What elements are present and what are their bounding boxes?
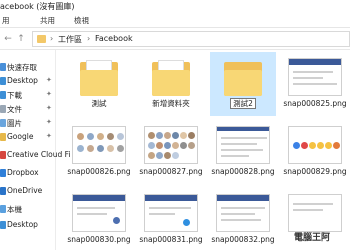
folder-icon	[80, 60, 118, 96]
breadcrumb-separator-icon: ›	[50, 34, 54, 43]
sidebar-item-label: 快速存取	[7, 63, 37, 72]
breadcrumb-separator-icon: ›	[87, 34, 91, 43]
file-name: snap000828.png	[211, 167, 275, 176]
download-icon	[0, 91, 6, 99]
navigation-pane: 快速存取 Desktop ✦ 下載 ✦ 文件 ✦ 圖片 ✦ Google ✦ C…	[0, 50, 71, 250]
image-thumbnail	[144, 194, 198, 232]
cloud-icon	[0, 187, 6, 195]
address-bar[interactable]: › 工作區 › Facebook	[32, 31, 350, 47]
sidebar-item-desktop[interactable]: Desktop ✦	[0, 74, 56, 88]
file-name: snap000829.png	[283, 167, 347, 176]
sidebar-item-label: 文件	[7, 105, 22, 114]
image-thumbnail	[216, 126, 270, 164]
sidebar-item-onedrive[interactable]: OneDrive	[0, 184, 56, 198]
sidebar-item-desktop-pc[interactable]: Desktop	[0, 218, 56, 232]
breadcrumb-facebook[interactable]: Facebook	[95, 34, 133, 43]
image-file-item[interactable]: snap000831.png	[138, 188, 204, 250]
title-bar: acebook (沒有圖庫)	[0, 0, 350, 12]
sidebar-item-label: Desktop	[7, 76, 38, 85]
sidebar-item-documents[interactable]: 文件 ✦	[0, 102, 56, 116]
file-name: snap000830.png	[67, 235, 131, 244]
sidebar-item-pictures[interactable]: 圖片 ✦	[0, 116, 56, 130]
breadcrumb-workspace[interactable]: 工作區	[58, 34, 82, 45]
desktop-icon	[0, 221, 6, 229]
pin-icon: ✦	[46, 104, 52, 112]
sidebar-item-creative-cloud[interactable]: Creative Cloud Fi	[0, 148, 71, 162]
image-thumbnail	[144, 126, 198, 164]
sidebar-item-label: Dropbox	[7, 168, 39, 177]
pin-icon: ✦	[46, 76, 52, 84]
sidebar-item-label: Desktop	[7, 220, 38, 229]
file-list: 測試 新增資料夾 測試2 snap000825.png snap000826.p…	[62, 50, 350, 250]
star-icon	[0, 63, 6, 71]
sidebar-item-quick-access[interactable]: 快速存取	[0, 60, 56, 74]
file-name: snap000832.png	[211, 235, 275, 244]
folder-icon	[37, 35, 46, 43]
folder-icon	[0, 133, 6, 141]
file-name: snap000827.png	[139, 167, 203, 176]
image-thumbnail	[216, 194, 270, 232]
sidebar-item-google[interactable]: Google ✦	[0, 130, 56, 144]
dropbox-icon	[0, 169, 6, 177]
pin-icon: ✦	[46, 90, 52, 98]
folder-icon	[224, 60, 262, 96]
sidebar-item-label: 本機	[7, 205, 22, 214]
sidebar-item-label: 圖片	[7, 119, 22, 128]
tab-view[interactable]: 檢視	[74, 15, 89, 26]
document-icon	[0, 105, 6, 113]
tab-share[interactable]: 共用	[40, 15, 55, 26]
file-name: 新增資料夾	[152, 99, 190, 108]
watermark-logo: 電腦王阿	[294, 233, 331, 243]
image-file-item[interactable]: snap000829.png	[282, 120, 348, 184]
sidebar-item-this-pc[interactable]: 本機	[0, 202, 56, 216]
sidebar-item-dropbox[interactable]: Dropbox	[0, 166, 56, 180]
file-name: 測試	[91, 99, 107, 108]
tab-home[interactable]: 用	[2, 15, 10, 26]
pin-icon: ✦	[46, 132, 52, 140]
creative-cloud-icon	[0, 151, 6, 159]
folder-item[interactable]: 新增資料夾	[138, 52, 204, 116]
image-file-item[interactable]: snap000832.png	[210, 188, 276, 250]
window-title: acebook (沒有圖庫)	[0, 2, 75, 11]
image-file-item[interactable]: snap000828.png	[210, 120, 276, 184]
file-name: snap000831.png	[139, 235, 203, 244]
folder-item[interactable]: 測試	[66, 52, 132, 116]
ribbon-tabs: 用 共用 檢視	[0, 12, 350, 28]
image-file-item[interactable]: snap000826.png	[66, 120, 132, 184]
rename-field[interactable]: 測試2	[210, 98, 276, 109]
sidebar-item-label: Google	[7, 132, 34, 141]
image-file-item[interactable]: snap000825.png	[282, 52, 348, 116]
folder-icon	[152, 60, 190, 96]
image-file-item[interactable]: snap000830.png	[66, 188, 132, 250]
image-file-item[interactable]: snap000827.png	[138, 120, 204, 184]
sidebar-item-label: Creative Cloud Fi	[7, 150, 71, 159]
image-thumbnail	[288, 58, 342, 96]
computer-icon	[0, 205, 6, 213]
file-name: snap000826.png	[67, 167, 131, 176]
picture-icon	[0, 119, 6, 127]
back-arrow-icon[interactable]: ←	[3, 33, 13, 45]
up-arrow-icon[interactable]: ↑	[16, 33, 26, 45]
file-name: snap000825.png	[283, 99, 347, 108]
image-thumbnail	[72, 126, 126, 164]
sidebar-item-label: OneDrive	[7, 186, 43, 195]
image-thumbnail	[288, 126, 342, 164]
pin-icon: ✦	[46, 118, 52, 126]
sidebar-item-label: 下載	[7, 91, 22, 100]
sidebar-item-downloads[interactable]: 下載 ✦	[0, 88, 56, 102]
desktop-icon	[0, 77, 6, 85]
folder-item-selected[interactable]: 測試2	[210, 52, 276, 116]
image-thumbnail	[72, 194, 126, 232]
address-row: ← ↑ › 工作區 › Facebook	[0, 28, 350, 50]
image-thumbnail	[288, 194, 342, 232]
